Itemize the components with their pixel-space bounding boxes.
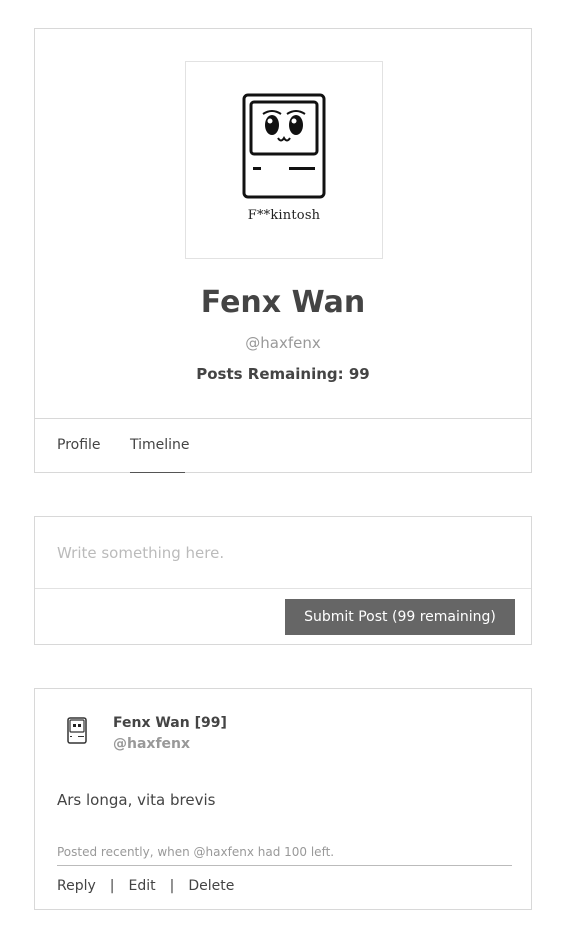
post-card: Fenx Wan [99] @haxfenx Ars longa, vita b… — [34, 688, 532, 910]
separator: | — [169, 878, 175, 894]
reply-link[interactable]: Reply — [57, 878, 96, 894]
profile-handle: @haxfenx — [245, 334, 321, 352]
post-actions: Reply | Edit | Delete — [57, 878, 234, 894]
submit-post-button[interactable]: Submit Post (99 remaining) — [285, 599, 515, 635]
posts-remaining: Posts Remaining: 99 — [196, 365, 370, 383]
post-composer: Submit Post (99 remaining) — [34, 516, 532, 645]
post-body: Ars longa, vita brevis — [57, 791, 216, 809]
tab-profile[interactable]: Profile — [57, 437, 101, 453]
tab-timeline[interactable]: Timeline — [130, 437, 190, 453]
post-handle[interactable]: @haxfenx — [113, 736, 190, 752]
profile-card: F**kintosh Fenx Wan @haxfenx Posts Remai… — [34, 28, 532, 473]
post-avatar-icon — [67, 717, 87, 744]
delete-link[interactable]: Delete — [188, 878, 234, 894]
post-meta: Posted recently, when @haxfenx had 100 l… — [57, 845, 335, 859]
profile-avatar: F**kintosh — [185, 61, 383, 259]
edit-link[interactable]: Edit — [129, 878, 156, 894]
macintosh-logo-icon — [242, 93, 326, 199]
post-input[interactable] — [35, 517, 531, 589]
active-tab-indicator — [130, 472, 185, 473]
separator: | — [109, 878, 115, 894]
profile-name: Fenx Wan — [200, 285, 366, 320]
post-divider — [57, 865, 512, 866]
avatar-caption: F**kintosh — [247, 208, 321, 223]
profile-tabs: Profile Timeline — [35, 418, 531, 473]
post-author[interactable]: Fenx Wan [99] — [113, 715, 227, 731]
